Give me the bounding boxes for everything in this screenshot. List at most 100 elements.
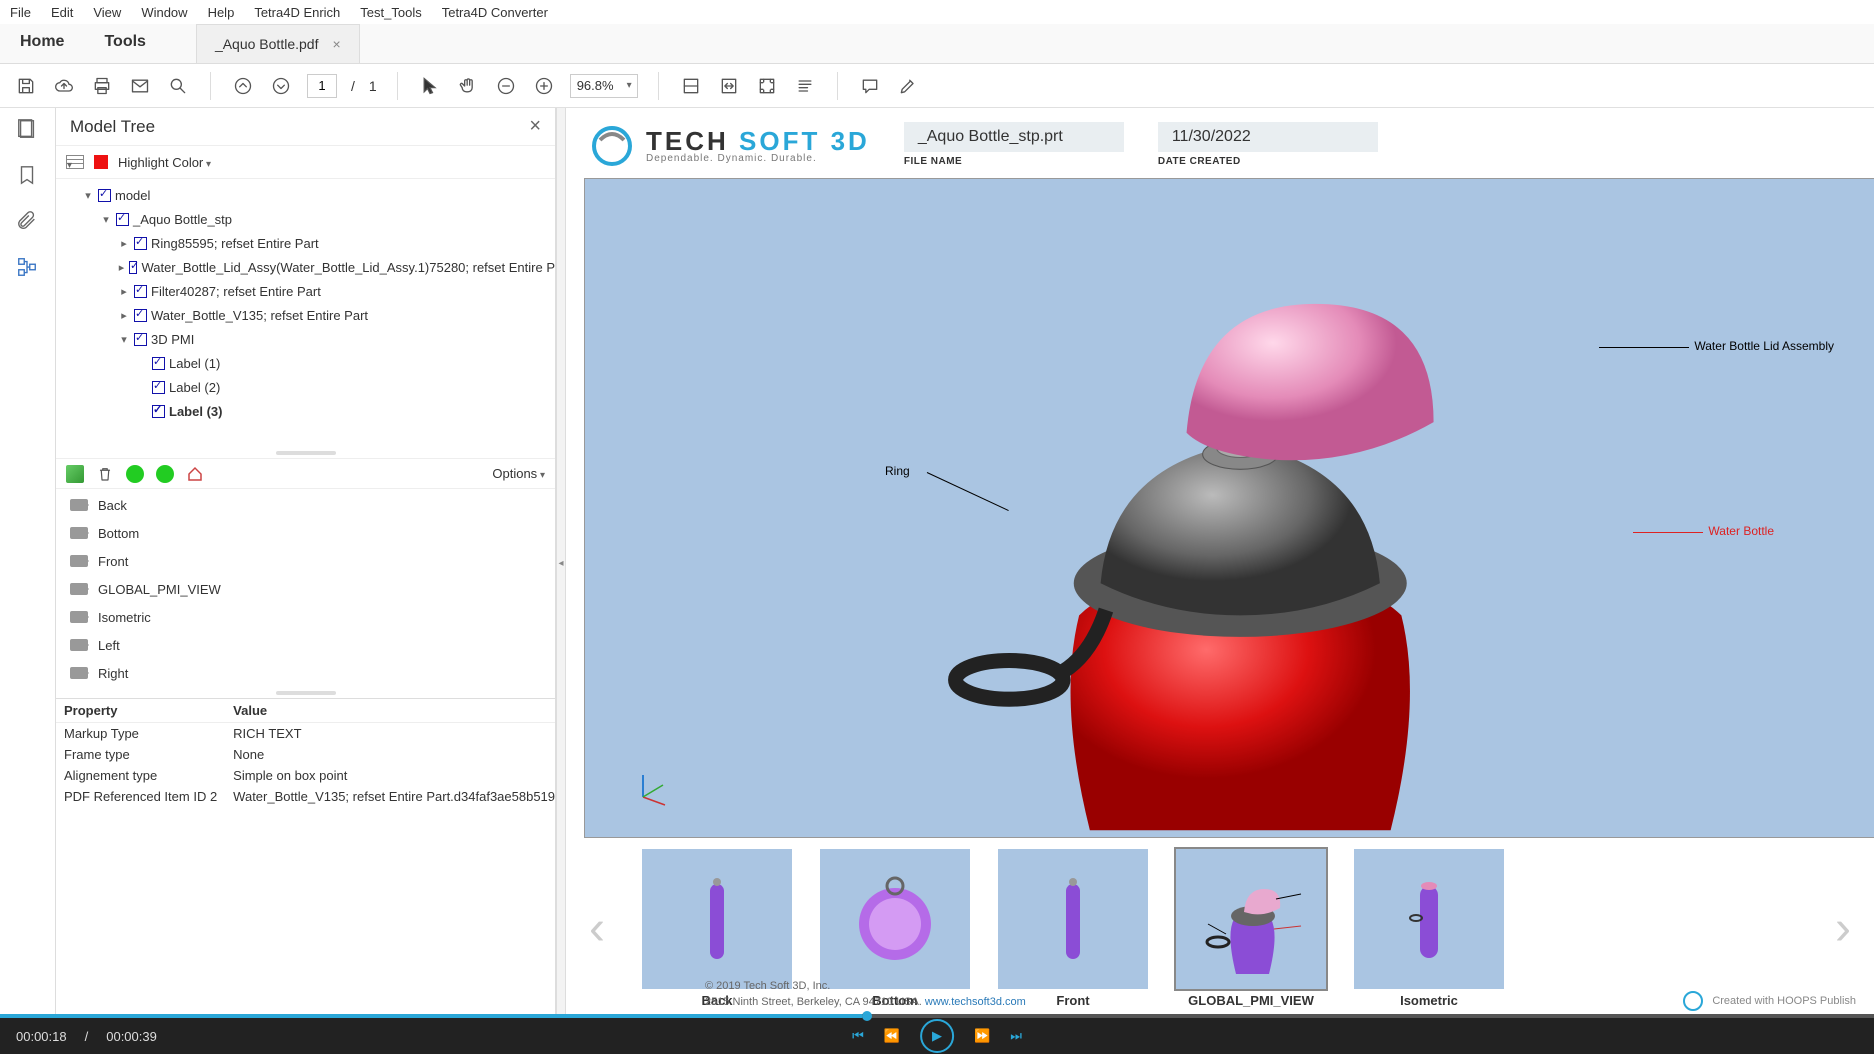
view-global-pmi[interactable]: GLOBAL_PMI_VIEW <box>56 575 555 603</box>
prop-row: Frame typeNone <box>56 744 555 765</box>
callout-bottle: Water Bottle <box>1708 524 1774 538</box>
carousel-next-icon[interactable]: › <box>1826 888 1860 968</box>
view-isometric[interactable]: Isometric <box>56 603 555 631</box>
bookmark-icon[interactable] <box>16 164 40 188</box>
forward-icon[interactable]: ⏩ <box>974 1028 990 1044</box>
camera-add-icon[interactable] <box>66 465 84 483</box>
tree-node-ring[interactable]: ▸Ring85595; refset Entire Part <box>64 231 555 255</box>
view-bottom[interactable]: Bottom <box>56 519 555 547</box>
menu-window[interactable]: Window <box>141 5 187 20</box>
panel-title: Model Tree <box>70 117 155 137</box>
zoom-out-icon[interactable] <box>494 74 518 98</box>
tree-node-root[interactable]: ▾model <box>64 183 555 207</box>
tree-node-label1[interactable]: Label (1) <box>64 351 555 375</box>
skip-back-icon[interactable]: ⏮ <box>852 1028 864 1044</box>
video-player-bar: 00:00:18 / 00:00:39 ⏮ ⏪ ▶ ⏩ ⏭ <box>0 1018 1874 1054</box>
tree-node-label2[interactable]: Label (2) <box>64 375 555 399</box>
menu-tetra4d-enrich[interactable]: Tetra4D Enrich <box>254 5 340 20</box>
views-toolbar: Options <box>56 458 555 488</box>
tree-node-lid[interactable]: ▸Water_Bottle_Lid_Assy(Water_Bottle_Lid_… <box>64 255 555 279</box>
home-button[interactable]: Home <box>0 24 84 63</box>
rewind-icon[interactable]: ⏪ <box>884 1028 900 1044</box>
menu-file[interactable]: File <box>10 5 31 20</box>
thumbnails-icon[interactable] <box>16 118 40 142</box>
tree-node-label3[interactable]: Label (3) <box>64 399 555 423</box>
zoom-in-icon[interactable] <box>532 74 556 98</box>
prev-view-icon[interactable] <box>126 465 144 483</box>
tools-button[interactable]: Tools <box>84 24 165 63</box>
video-time-current: 00:00:18 <box>16 1029 67 1044</box>
footer-link[interactable]: www.techsoft3d.com <box>925 996 1026 1008</box>
page-total: 1 <box>369 78 377 94</box>
cursor-icon[interactable] <box>418 74 442 98</box>
fit-width-icon[interactable] <box>717 74 741 98</box>
axis-triad-icon <box>633 767 673 807</box>
print-icon[interactable] <box>90 74 114 98</box>
video-time-duration: 00:00:39 <box>106 1029 157 1044</box>
play-icon[interactable]: ▶ <box>920 1019 954 1053</box>
display-mode-dropdown[interactable] <box>66 155 84 169</box>
prop-header-property: Property <box>56 699 225 723</box>
model-tree: ▾model ▾_Aquo Bottle_stp ▸Ring85595; ref… <box>56 178 555 448</box>
fit-page-icon[interactable] <box>679 74 703 98</box>
color-swatch[interactable] <box>94 155 108 169</box>
menu-tetra4d-converter[interactable]: Tetra4D Converter <box>442 5 548 20</box>
toolbar: / 1 96.8% <box>0 64 1874 108</box>
footer-copyright: © 2019 Tech Soft 3D, Inc. 2515 Ninth Str… <box>705 979 1026 1010</box>
prop-row: Alignement typeSimple on box point <box>56 765 555 786</box>
cloud-icon[interactable] <box>52 74 76 98</box>
search-icon[interactable] <box>166 74 190 98</box>
options-dropdown[interactable]: Options <box>492 466 545 481</box>
file-name-value: _Aquo Bottle_stp.prt <box>904 122 1124 152</box>
callout-ring: Ring <box>885 464 910 478</box>
home-view-icon[interactable] <box>186 465 204 483</box>
skip-forward-icon[interactable]: ⏭ <box>1010 1028 1022 1044</box>
tree-node-pmi[interactable]: ▾3D PMI <box>64 327 555 351</box>
attachment-icon[interactable] <box>16 210 40 234</box>
made-with-badge: Created with HOOPS Publish <box>1682 990 1856 1012</box>
tree-node-filter[interactable]: ▸Filter40287; refset Entire Part <box>64 279 555 303</box>
view-left[interactable]: Left <box>56 631 555 659</box>
page-sep: / <box>351 78 355 94</box>
thumb-global-pmi[interactable]: GLOBAL_PMI_VIEW <box>1176 849 1326 1008</box>
tree-node-bottle[interactable]: ▸Water_Bottle_V135; refset Entire Part <box>64 303 555 327</box>
horizontal-splitter[interactable] <box>556 108 566 1018</box>
prop-header-value: Value <box>225 699 555 723</box>
document-tab[interactable]: _Aquo Bottle.pdf × <box>196 24 360 63</box>
highlight-color-dropdown[interactable]: Highlight Color <box>118 155 211 170</box>
view-front[interactable]: Front <box>56 547 555 575</box>
panel-close-icon[interactable]: × <box>529 115 541 138</box>
fit-visible-icon[interactable] <box>755 74 779 98</box>
menu-help[interactable]: Help <box>208 5 235 20</box>
views-list: Back Bottom Front GLOBAL_PMI_VIEW Isomet… <box>56 488 555 688</box>
view-back[interactable]: Back <box>56 491 555 519</box>
menu-view[interactable]: View <box>93 5 121 20</box>
menu-edit[interactable]: Edit <box>51 5 73 20</box>
close-tab-icon[interactable]: × <box>332 36 340 52</box>
splitter-grip-2[interactable] <box>56 688 555 698</box>
zoom-select[interactable]: 96.8% <box>570 74 638 98</box>
splitter-grip[interactable] <box>56 448 555 458</box>
comment-icon[interactable] <box>858 74 882 98</box>
date-label: DATE CREATED <box>1158 156 1378 167</box>
reflow-icon[interactable] <box>793 74 817 98</box>
3d-viewport[interactable]: Water Bottle Lid Assembly Ring Water Bot… <box>584 178 1874 838</box>
carousel-prev-icon[interactable]: ‹ <box>580 888 614 968</box>
tree-node-asm[interactable]: ▾_Aquo Bottle_stp <box>64 207 555 231</box>
delete-icon[interactable] <box>96 465 114 483</box>
file-name-label: FILE NAME <box>904 156 1124 167</box>
page-up-icon[interactable] <box>231 74 255 98</box>
page-input[interactable] <box>307 74 337 98</box>
highlight-icon[interactable] <box>896 74 920 98</box>
page-down-icon[interactable] <box>269 74 293 98</box>
save-icon[interactable] <box>14 74 38 98</box>
video-progress[interactable] <box>0 1014 1874 1018</box>
view-right[interactable]: Right <box>56 659 555 687</box>
hand-icon[interactable] <box>456 74 480 98</box>
model-tree-icon[interactable] <box>16 256 40 280</box>
menu-bar: File Edit View Window Help Tetra4D Enric… <box>0 0 1874 24</box>
thumb-isometric[interactable]: Isometric <box>1354 849 1504 1008</box>
mail-icon[interactable] <box>128 74 152 98</box>
menu-test-tools[interactable]: Test_Tools <box>360 5 421 20</box>
next-view-icon[interactable] <box>156 465 174 483</box>
